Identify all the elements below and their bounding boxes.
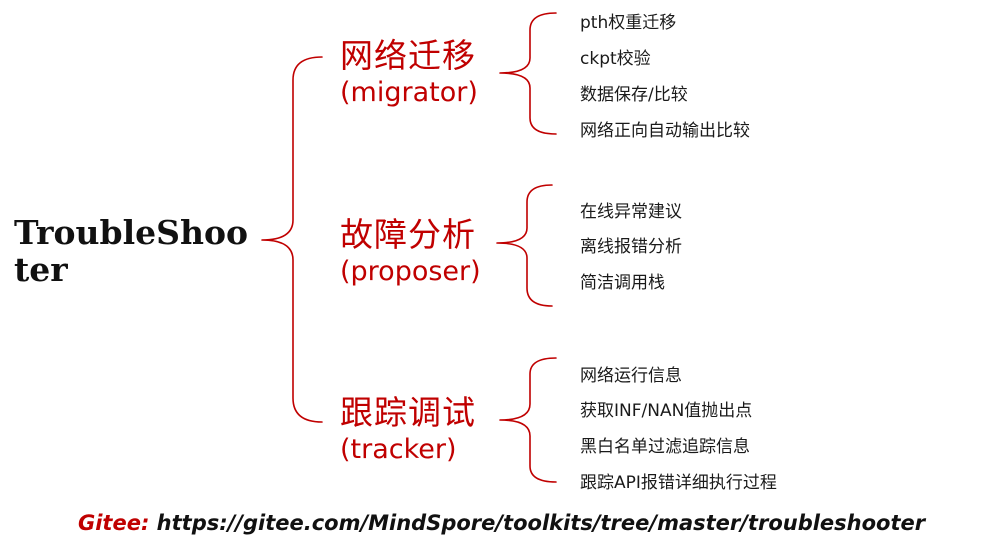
category-proposer: 故障分析 (proposer) bbox=[340, 215, 481, 289]
migrator-item: pth权重迁移 bbox=[580, 13, 677, 33]
footer-link-line: Gitee: https://gitee.com/MindSpore/toolk… bbox=[78, 511, 925, 535]
migrator-item: 数据保存/比较 bbox=[580, 85, 688, 105]
proposer-item: 简洁调用栈 bbox=[580, 273, 665, 293]
category-migrator: 网络迁移 (migrator) bbox=[340, 36, 478, 110]
category-tracker: 跟踪调试 (tracker) bbox=[340, 393, 476, 467]
root-title: TroubleShooter bbox=[14, 213, 248, 289]
proposer-item: 离线报错分析 bbox=[580, 237, 682, 257]
tracker-item: 获取INF/NAN值抛出点 bbox=[580, 401, 753, 421]
gitee-url-link[interactable]: https://gitee.com/MindSpore/toolkits/tre… bbox=[157, 511, 925, 535]
tracker-item: 网络运行信息 bbox=[580, 366, 682, 386]
tracker-item: 黑白名单过滤追踪信息 bbox=[580, 437, 750, 457]
footer-label: Gitee: bbox=[78, 511, 150, 535]
category-proposer-subtitle: (proposer) bbox=[340, 256, 481, 287]
migrator-item: 网络正向自动输出比较 bbox=[580, 121, 750, 141]
proposer-bracket bbox=[496, 184, 553, 307]
tracker-item: 跟踪API报错详细执行过程 bbox=[580, 473, 777, 493]
category-tracker-title: 跟踪调试 bbox=[340, 393, 476, 432]
category-proposer-title: 故障分析 bbox=[340, 215, 476, 254]
proposer-item: 在线异常建议 bbox=[580, 202, 682, 222]
category-migrator-title: 网络迁移 bbox=[340, 36, 476, 75]
root-bracket bbox=[261, 56, 323, 423]
category-migrator-subtitle: (migrator) bbox=[340, 77, 478, 108]
migrator-bracket bbox=[499, 12, 557, 135]
tracker-bracket bbox=[499, 357, 557, 483]
category-tracker-subtitle: (tracker) bbox=[340, 434, 457, 465]
migrator-item: ckpt校验 bbox=[580, 49, 651, 69]
